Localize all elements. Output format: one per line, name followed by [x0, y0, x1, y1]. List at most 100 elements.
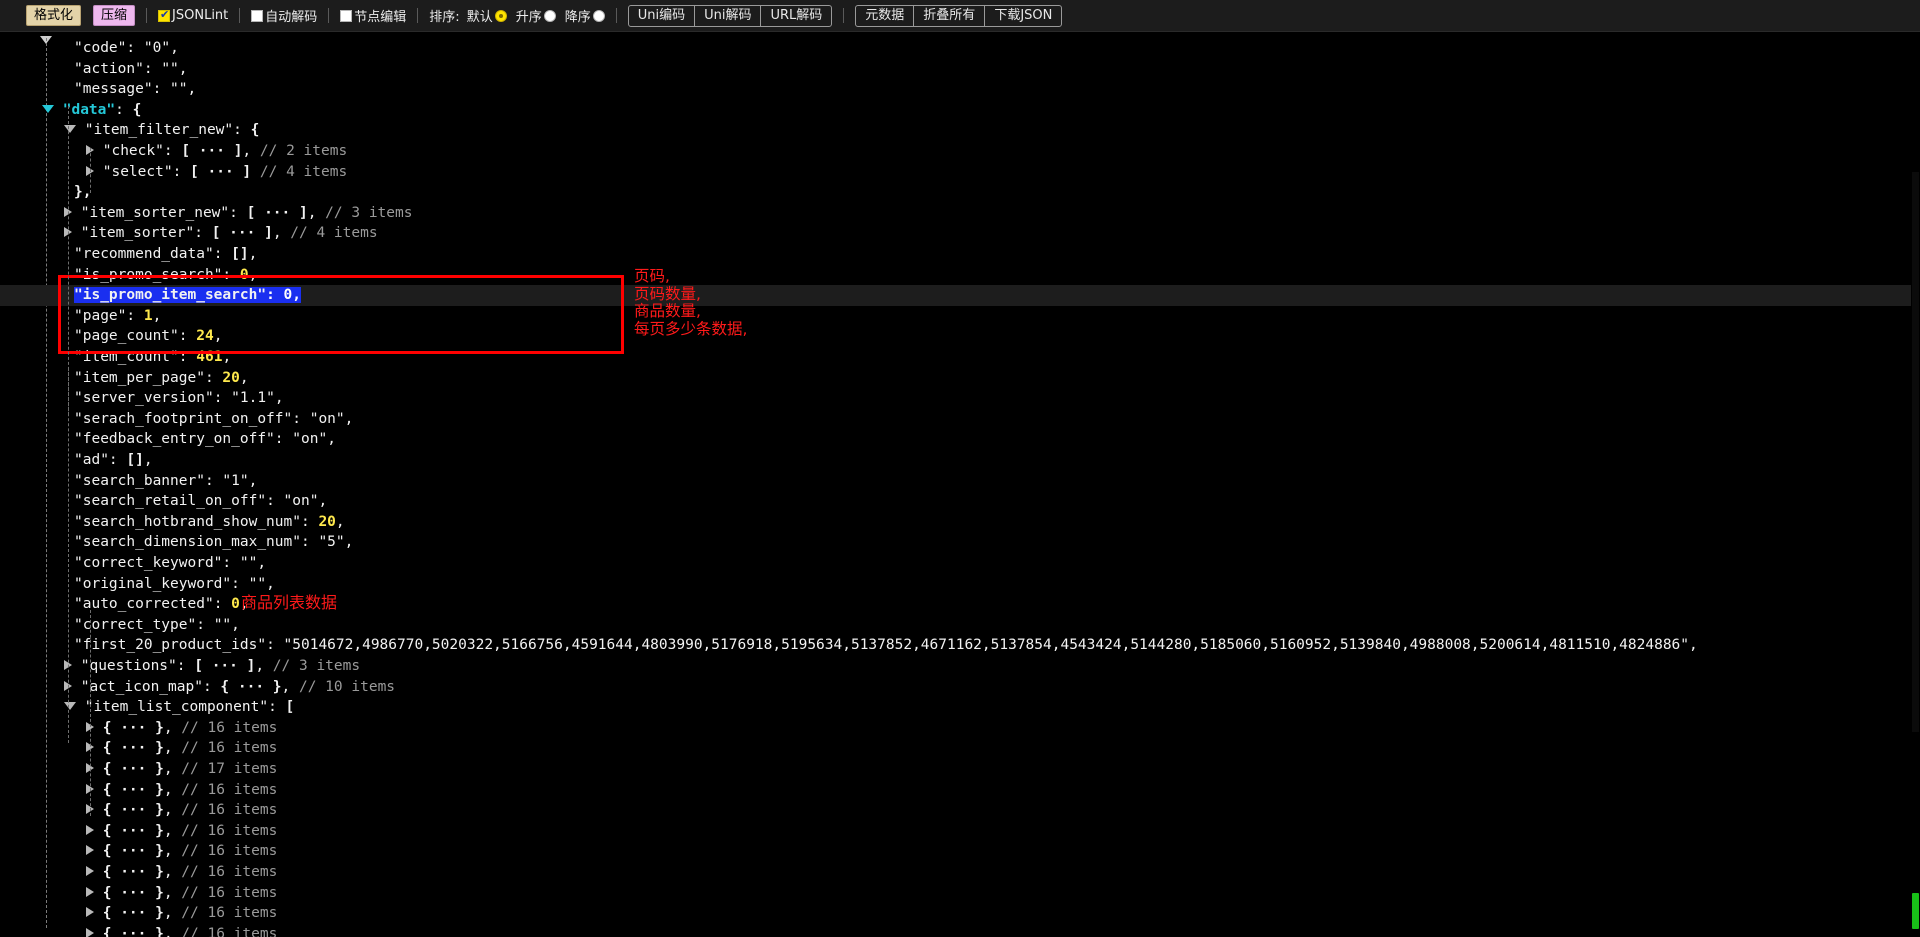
json-line[interactable]: { ··· }, // 16 items	[0, 883, 1920, 904]
json-item-count-comment: // 16 items	[172, 740, 278, 757]
json-line[interactable]: "is_promo_search": 0,	[0, 265, 1920, 286]
toolbar-divider	[146, 8, 148, 23]
json-line[interactable]: { ··· }, // 16 items	[0, 903, 1920, 924]
annotation-line: 页码数量,	[634, 284, 701, 303]
json-line[interactable]: "correct_type": "",	[0, 615, 1920, 636]
format-button[interactable]: 格式化	[26, 5, 82, 26]
metadata-button[interactable]: 元数据	[855, 4, 915, 27]
json-item-count-comment: // 10 items	[290, 678, 396, 695]
json-line[interactable]: "correct_keyword": "",	[0, 553, 1920, 574]
indent-guide-item-filter	[90, 148, 91, 194]
expand-toggle-icon[interactable]	[86, 886, 94, 897]
indent-guide-data-2	[68, 368, 69, 743]
json-line[interactable]: "search_dimension_max_num": "5",	[0, 532, 1920, 553]
json-line[interactable]: "ad": [],	[0, 450, 1920, 471]
json-line[interactable]: "server_version": "1.1",	[0, 388, 1920, 409]
json-line[interactable]: "page_count": 24,	[0, 326, 1920, 347]
collapse-all-button[interactable]: 折叠所有	[913, 4, 986, 27]
json-line[interactable]: "original_keyword": "",	[0, 574, 1920, 595]
json-line[interactable]: { ··· }, // 16 items	[0, 924, 1920, 937]
json-line[interactable]: "act_icon_map": { ··· }, // 10 items	[0, 677, 1920, 698]
json-line[interactable]: "search_banner": "1",	[0, 471, 1920, 492]
download-json-button[interactable]: 下载JSON	[984, 4, 1063, 27]
json-line[interactable]: "item_sorter": [ ··· ], // 4 items	[0, 223, 1920, 244]
toolbar-divider	[843, 8, 845, 23]
json-line[interactable]: { ··· }, // 16 items	[0, 738, 1920, 759]
json-line[interactable]: "feedback_entry_on_off": "on",	[0, 429, 1920, 450]
autodecode-checkbox[interactable]: 自动解码	[251, 6, 317, 25]
toolbar-divider	[417, 8, 419, 23]
json-line[interactable]: { ··· }, // 16 items	[0, 862, 1920, 883]
collapse-toggle-icon[interactable]	[64, 125, 76, 134]
json-value: { ··· }	[102, 905, 164, 922]
sort-default-radio[interactable]: 默认	[467, 6, 507, 25]
json-line[interactable]: "item_per_page": 20,	[0, 368, 1920, 389]
json-line[interactable]: "search_retail_on_off": "on",	[0, 491, 1920, 512]
json-item-count-comment: // 16 items	[172, 905, 278, 922]
json-line[interactable]: { ··· }, // 16 items	[0, 841, 1920, 862]
json-line[interactable]: "item_list_component": [	[0, 697, 1920, 718]
nodeedit-checkbox[interactable]: 节点编辑	[340, 6, 406, 25]
json-value: "1"	[222, 472, 249, 489]
expand-toggle-icon[interactable]	[86, 824, 94, 835]
json-value: 24	[196, 328, 214, 345]
jsonlint-checkbox[interactable]: JSONLint	[158, 8, 228, 23]
json-line[interactable]: "item_sorter_new": [ ··· ], // 3 items	[0, 203, 1920, 224]
json-item-count-comment: // 16 items	[172, 864, 278, 880]
json-value: {	[250, 122, 260, 139]
json-line[interactable]: "action": "",	[0, 59, 1920, 80]
uni-decode-button[interactable]: Uni解码	[694, 4, 762, 27]
scrollbar-thumb[interactable]	[1912, 893, 1919, 929]
json-viewer-pane[interactable]: "code": "0", "action": "", "message": "", …	[0, 32, 1920, 937]
json-item-count-comment: // 16 items	[172, 822, 278, 839]
json-item-count-comment: // 16 items	[172, 781, 278, 798]
expand-toggle-icon[interactable]	[86, 907, 94, 918]
expand-toggle-icon[interactable]	[86, 927, 94, 937]
json-line[interactable]: "serach_footprint_on_off": "on",	[0, 409, 1920, 430]
json-key: "search_dimension_max_num"	[74, 534, 301, 551]
sort-asc-radio[interactable]: 升序	[516, 6, 556, 25]
json-line[interactable]: "questions": [ ··· ], // 3 items	[0, 656, 1920, 677]
json-line[interactable]: { ··· }, // 16 items	[0, 821, 1920, 842]
uni-encode-button[interactable]: Uni编码	[627, 4, 696, 27]
json-value: "5"	[318, 534, 345, 551]
sort-default-label: 默认	[466, 10, 493, 25]
expand-toggle-icon[interactable]	[86, 845, 94, 856]
json-line[interactable]: "select": [ ··· ] // 4 items	[0, 162, 1920, 183]
json-key: "item_sorter"	[80, 225, 195, 242]
json-line[interactable]: "message": "",	[0, 79, 1920, 100]
collapse-toggle-icon[interactable]	[64, 702, 76, 711]
json-line[interactable]: "check": [ ··· ], // 2 items	[0, 141, 1920, 162]
json-line[interactable]: "search_hotbrand_show_num": 20,	[0, 512, 1920, 533]
url-decode-button[interactable]: URL解码	[760, 4, 833, 27]
json-value: ""	[161, 60, 179, 77]
json-line[interactable]: { ··· }, // 16 items	[0, 718, 1920, 739]
json-line[interactable]: },	[0, 182, 1920, 203]
json-line[interactable]: "is_promo_item_search": 0,	[0, 285, 1920, 306]
json-line[interactable]: "data": {	[0, 100, 1920, 121]
json-value: []	[231, 246, 249, 262]
sort-desc-radio[interactable]: 降序	[565, 6, 605, 25]
encode-button-group: Uni编码 Uni解码 URL解码	[627, 4, 833, 27]
json-line[interactable]: "item_filter_new": {	[0, 120, 1920, 141]
json-key: "item_count"	[74, 349, 179, 365]
json-line[interactable]: "item_count": 461,	[0, 347, 1920, 368]
sort-group-label: 排序:	[429, 10, 460, 25]
json-line[interactable]: "code": "0",	[0, 38, 1920, 59]
vertical-scrollbar[interactable]	[1911, 32, 1920, 937]
json-line[interactable]: { ··· }, // 16 items	[0, 780, 1920, 801]
checkbox-icon	[340, 9, 353, 22]
json-line[interactable]: { ··· }, // 16 items	[0, 800, 1920, 821]
expand-toggle-icon[interactable]	[86, 866, 94, 876]
collapse-toggle-icon[interactable]	[42, 104, 54, 113]
json-key: "data"	[62, 101, 116, 118]
json-key: "is_promo_search"	[74, 266, 223, 283]
json-line[interactable]: "recommend_data": [],	[0, 244, 1920, 265]
json-line[interactable]: { ··· }, // 17 items	[0, 759, 1920, 780]
json-item-count-comment: // 16 items	[172, 925, 278, 937]
compress-button[interactable]: 压缩	[93, 5, 136, 26]
json-line[interactable]: "page": 1,	[0, 306, 1920, 327]
json-line[interactable]: "first_20_product_ids": "5014672,4986770…	[0, 635, 1920, 656]
sort-asc-label: 升序	[515, 10, 542, 25]
json-value: 0	[283, 287, 293, 304]
